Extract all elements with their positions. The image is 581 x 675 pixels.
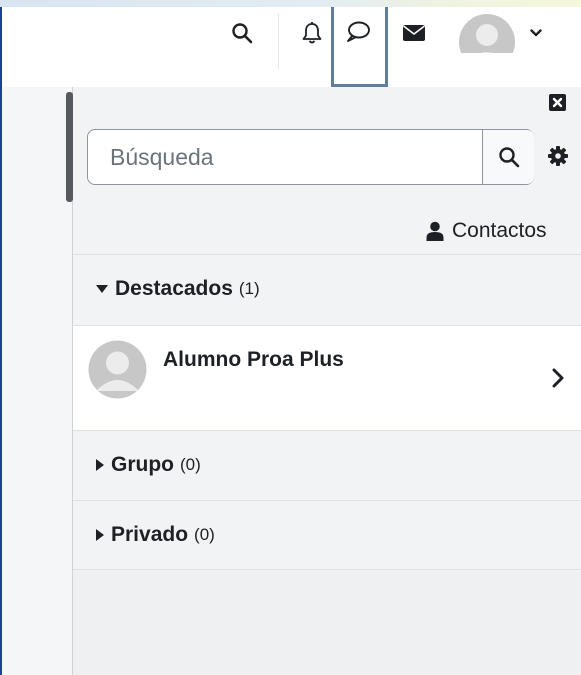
section-group-label: Grupo: [111, 453, 174, 476]
chevron-right-icon: [552, 368, 564, 388]
envelope-icon: [403, 25, 425, 41]
section-private-toggle[interactable]: Privado (0): [95, 523, 215, 547]
search-input[interactable]: [88, 130, 480, 184]
search-icon: [232, 23, 253, 44]
section-starred-toggle[interactable]: Destacados (1): [95, 277, 260, 301]
section-group-count: (0): [180, 455, 201, 474]
section-starred: Destacados (1): [73, 254, 581, 325]
user-menu-avatar[interactable]: [458, 13, 516, 53]
search-icon: [498, 147, 519, 168]
gear-icon: [548, 146, 568, 166]
speech-bubble-icon: [347, 21, 370, 42]
section-group: Grupo (0): [73, 430, 581, 500]
notifications-button[interactable]: [290, 7, 334, 59]
user-menu-toggle[interactable]: [525, 7, 547, 59]
contact-avatar: [88, 340, 147, 399]
email-button[interactable]: [394, 7, 434, 59]
section-starred-label: Destacados: [115, 277, 233, 300]
top-navbar: [2, 7, 581, 87]
close-icon: [552, 97, 563, 108]
user-icon: [426, 221, 444, 241]
close-drawer-button[interactable]: [549, 94, 566, 111]
messages-button[interactable]: [331, 7, 388, 87]
user-avatar: [459, 14, 515, 53]
search-button[interactable]: [220, 7, 264, 59]
section-starred-count: (1): [238, 279, 260, 298]
section-private: Privado (0): [73, 500, 581, 570]
search-submit-button[interactable]: [482, 130, 534, 184]
page-scrollbar[interactable]: [66, 92, 73, 202]
caret-down-icon: [96, 285, 108, 293]
drawer-empty-area: [73, 570, 581, 675]
contact-name: Alumno Proa Plus: [163, 348, 344, 371]
caret-right-icon: [96, 529, 104, 541]
navbar-divider: [278, 13, 279, 69]
settings-button[interactable]: [547, 145, 569, 167]
contact-search-group: [87, 129, 534, 185]
section-private-count: (0): [194, 525, 215, 544]
contacts-label: Contactos: [452, 219, 547, 242]
section-private-label: Privado: [111, 523, 189, 546]
top-banner-strip: [0, 0, 581, 7]
contacts-link[interactable]: Contactos: [426, 217, 547, 245]
section-group-toggle[interactable]: Grupo (0): [95, 453, 201, 477]
bell-icon: [302, 22, 322, 44]
contact-row[interactable]: Alumno Proa Plus: [73, 325, 581, 430]
caret-right-icon: [96, 459, 104, 471]
chevron-down-icon: [530, 29, 542, 37]
